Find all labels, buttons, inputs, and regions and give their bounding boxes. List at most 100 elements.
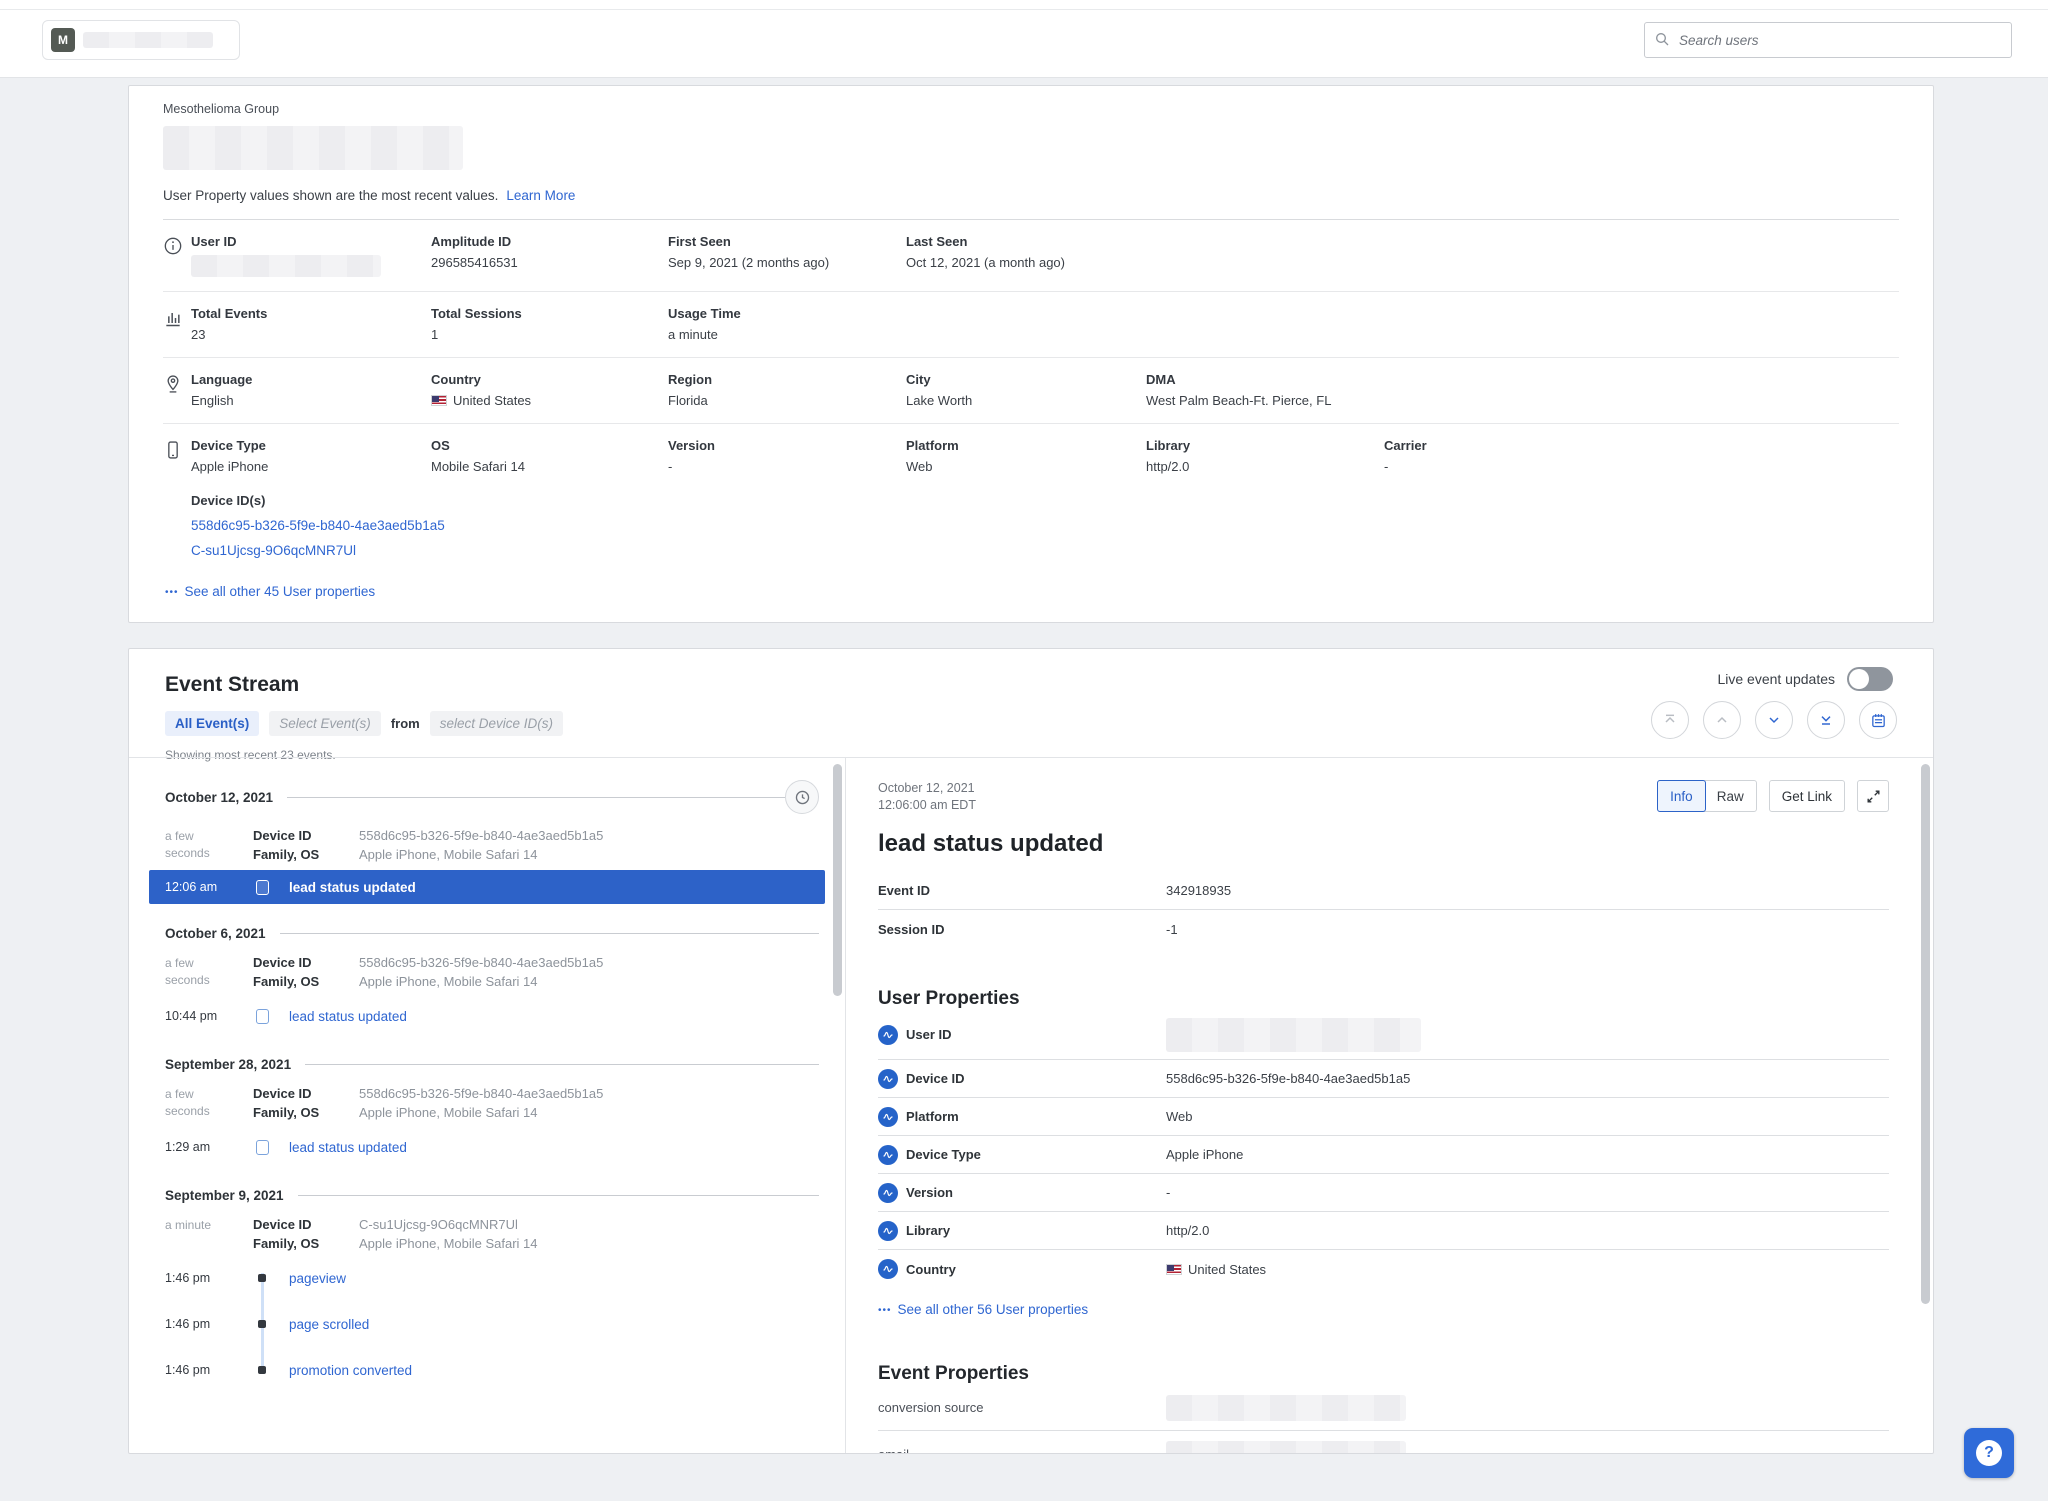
event-filters: All Event(s) Select Event(s) from select…: [165, 711, 1897, 736]
profile-row-identity: User ID Amplitude ID 296585416531 First …: [163, 219, 1899, 291]
session-timeline: 1:46 pm pageview 1:46 pm page scrolled 1…: [165, 1259, 819, 1389]
redacted-value: [1166, 1395, 1406, 1421]
user-prop-row: Country United States: [878, 1250, 1889, 1288]
top-hairline: [0, 9, 2048, 10]
redacted-user-name: [83, 32, 213, 48]
chevron-down-icon: [1766, 712, 1782, 728]
current-user-chip[interactable]: M: [42, 20, 240, 60]
help-button[interactable]: ?: [1964, 1428, 2014, 1478]
jump-to-bottom-button[interactable]: [1807, 701, 1845, 739]
chevron-double-up-icon: [1662, 712, 1678, 728]
user-prop-row: Device Type Apple iPhone: [878, 1136, 1889, 1174]
event-row[interactable]: 10:44 pm lead status updated: [165, 997, 819, 1035]
filter-from-label: from: [391, 716, 420, 731]
field-library: Library http/2.0: [1146, 438, 1384, 475]
filter-all-events[interactable]: All Event(s): [165, 711, 259, 736]
see-all-user-properties[interactable]: •••See all other 45 User properties: [163, 568, 1899, 599]
field-usage-time: Usage Time a minute: [668, 306, 906, 343]
event-properties-title: Event Properties: [878, 1363, 1889, 1385]
user-properties-title: User Properties: [878, 988, 1889, 1010]
us-flag-icon: [431, 395, 447, 406]
profile-note-text: User Property values shown are the most …: [163, 188, 498, 203]
field-city: City Lake Worth: [906, 372, 1146, 409]
profile-row-usage: Total Events 23 Total Sessions 1 Usage T…: [163, 291, 1899, 357]
event-row[interactable]: 1:29 am lead status updated: [165, 1128, 819, 1166]
field-carrier: Carrier -: [1384, 438, 1899, 475]
event-row[interactable]: 1:46 pm promotion converted: [165, 1351, 819, 1389]
user-prop-row: Device ID 558d6c95-b326-5f9e-b840-4ae3ae…: [878, 1060, 1889, 1098]
live-updates-toggle[interactable]: [1847, 667, 1893, 691]
field-total-events: Total Events 23: [191, 306, 431, 343]
field-dma: DMA West Palm Beach-Ft. Pierce, FL: [1146, 372, 1384, 409]
user-prop-row: Platform Web: [878, 1098, 1889, 1136]
calendar-button[interactable]: [1859, 701, 1897, 739]
event-id-block: Event ID 342918935 Session ID -1: [878, 872, 1889, 948]
event-row[interactable]: 1:46 pm pageview: [165, 1259, 819, 1297]
timeline-dot-icon: [253, 1274, 271, 1282]
kv-row: Session ID -1: [878, 910, 1889, 948]
event-prop-row: conversion source: [878, 1385, 1889, 1431]
timeline-dot-icon: [253, 1366, 271, 1374]
timeline-dot-icon: [253, 1320, 271, 1328]
field-amplitude-id: Amplitude ID 296585416531: [431, 234, 668, 277]
device-id-link[interactable]: 558d6c95-b326-5f9e-b840-4ae3aed5b1a5: [191, 518, 445, 533]
custom-event-icon: [253, 1009, 271, 1024]
amplitude-property-icon: [878, 1069, 898, 1089]
search-users-input[interactable]: [1644, 22, 2012, 58]
date-group-header: September 28, 2021: [165, 1057, 819, 1072]
info-raw-segment: Info Raw: [1657, 780, 1757, 812]
device-id-link[interactable]: C-su1Ujcsg-9O6qcMNR7Ul: [191, 543, 356, 558]
user-profile-card: Mesothelioma Group User Property values …: [128, 85, 1934, 623]
user-prop-row: Library http/2.0: [878, 1212, 1889, 1250]
filter-select-device-ids[interactable]: select Device ID(s): [430, 711, 563, 736]
event-prop-row: email: [878, 1431, 1889, 1453]
stream-nav-buttons: [1651, 701, 1897, 739]
event-title: lead status updated: [878, 830, 1889, 858]
session-meta: a few seconds Device ID 558d6c95-b326-5f…: [165, 828, 819, 862]
event-list-scrollbar[interactable]: [833, 764, 842, 996]
live-updates-control: Live event updates: [1717, 667, 1893, 691]
device-ids-block: Device ID(s) 558d6c95-b326-5f9e-b840-4ae…: [191, 489, 1899, 568]
calendar-icon: [1870, 712, 1887, 729]
jump-to-top-button[interactable]: [1651, 701, 1689, 739]
live-updates-label: Live event updates: [1717, 671, 1835, 687]
profile-row-location: Language English Country United States R…: [163, 357, 1899, 423]
event-stream-title: Event Stream: [165, 673, 1897, 697]
detail-header: October 12, 2021 12:06:00 am EDT Info Ra…: [878, 780, 1889, 814]
jump-to-time-button[interactable]: [785, 780, 819, 814]
get-link-button[interactable]: Get Link: [1769, 780, 1845, 812]
event-row-selected[interactable]: 12:06 am lead status updated: [149, 870, 825, 904]
date-group-header: October 12, 2021: [165, 780, 819, 814]
event-detail-pane: October 12, 2021 12:06:00 am EDT Info Ra…: [845, 758, 1933, 1453]
us-flag-icon: [1166, 1264, 1182, 1275]
detail-actions: Info Raw Get Link: [1657, 780, 1889, 812]
expand-button[interactable]: [1857, 780, 1889, 812]
event-list-pane: October 12, 2021 a few seconds Device ID…: [129, 758, 845, 1453]
raw-tab[interactable]: Raw: [1705, 781, 1756, 811]
field-platform: Platform Web: [906, 438, 1146, 475]
custom-event-icon: [253, 1140, 271, 1155]
field-first-seen: First Seen Sep 9, 2021 (2 months ago): [668, 234, 906, 277]
amplitude-property-icon: [878, 1025, 898, 1045]
scroll-up-button[interactable]: [1703, 701, 1741, 739]
custom-event-icon: [253, 880, 271, 895]
learn-more-link[interactable]: Learn More: [506, 188, 575, 203]
event-detail-scrollbar[interactable]: [1921, 764, 1930, 1304]
field-country: Country United States: [431, 372, 668, 409]
amplitude-property-icon: [878, 1221, 898, 1241]
org-group-label: Mesothelioma Group: [163, 102, 1899, 116]
date-group-header: October 6, 2021: [165, 926, 819, 941]
question-mark-icon: ?: [1976, 1440, 2002, 1466]
see-all-event-user-properties[interactable]: •••See all other 56 User properties: [878, 1302, 1889, 1317]
filter-select-events[interactable]: Select Event(s): [269, 711, 381, 736]
event-stream-body: October 12, 2021 a few seconds Device ID…: [129, 757, 1933, 1453]
info-tab[interactable]: Info: [1657, 780, 1706, 812]
event-row[interactable]: 1:46 pm page scrolled: [165, 1305, 819, 1343]
redacted-value: [1166, 1441, 1406, 1453]
field-version: Version -: [668, 438, 906, 475]
scroll-down-button[interactable]: [1755, 701, 1793, 739]
profile-note: User Property values shown are the most …: [163, 188, 1899, 203]
redacted-user-id-value: [191, 255, 381, 277]
event-stream-header: Event Stream All Event(s) Select Event(s…: [129, 649, 1933, 757]
info-icon: [163, 234, 191, 277]
